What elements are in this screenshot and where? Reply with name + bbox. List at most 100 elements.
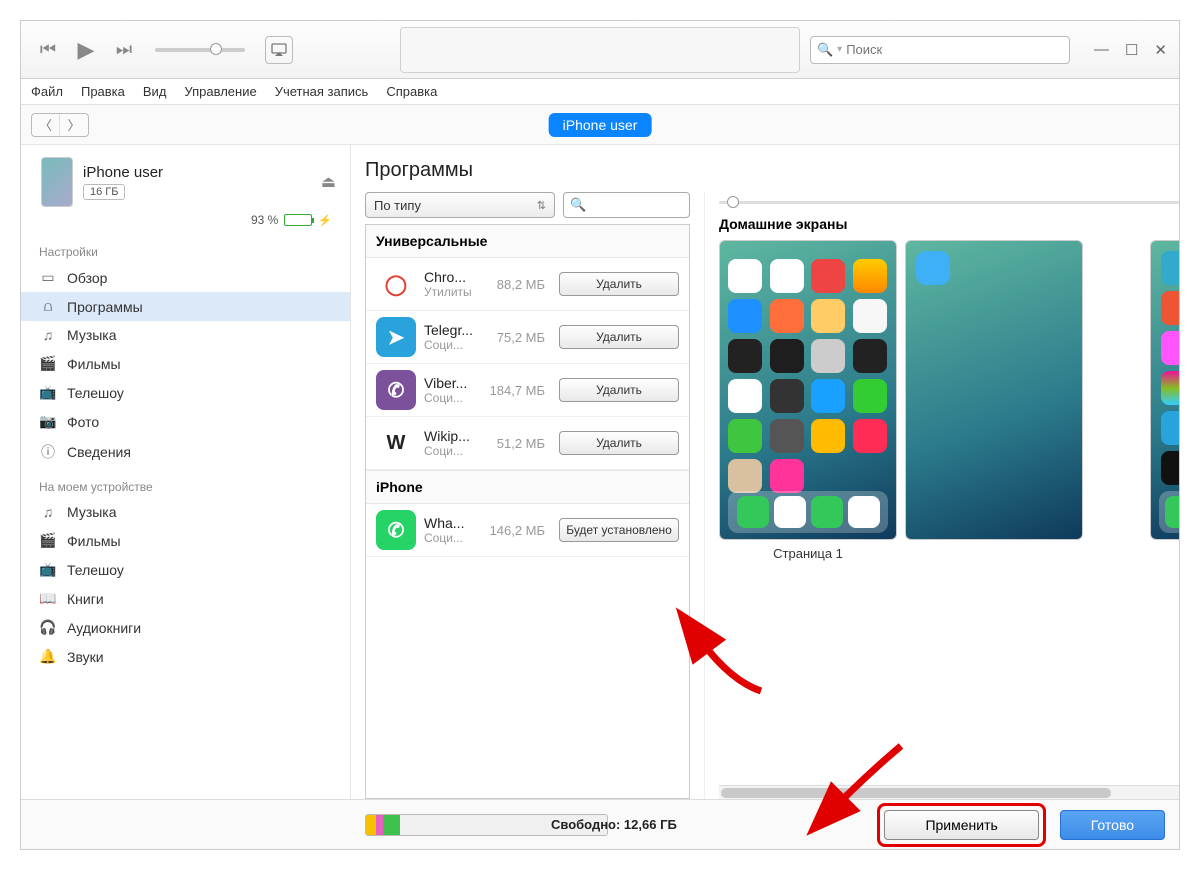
- scrollbar-horizontal[interactable]: 〉: [719, 785, 1179, 799]
- screen-name-1: Страница 1: [773, 546, 843, 561]
- storage-bar: [365, 814, 608, 836]
- home-screens-label: Домашние экраны: [719, 216, 1179, 232]
- app-search-box[interactable]: 🔍: [563, 192, 690, 218]
- sidebar-item-фото[interactable]: 📷Фото: [21, 407, 350, 436]
- sidebar-item-label: Фильмы: [67, 533, 121, 549]
- sidebar-item-фильмы[interactable]: 🎬Фильмы: [21, 526, 350, 555]
- storage-segment: [366, 815, 376, 835]
- sidebar-item-книги[interactable]: 📖 Книги: [21, 584, 350, 613]
- menu-edit[interactable]: Правка: [81, 84, 125, 99]
- play-button[interactable]: ▶: [71, 35, 101, 65]
- nav-forward-button[interactable]: 〉: [60, 114, 88, 136]
- apply-highlight: Применить: [877, 803, 1045, 847]
- app-category: Соци...: [424, 531, 473, 545]
- sidebar-item-музыка[interactable]: ♫Музыка: [21, 498, 350, 526]
- menu-controls[interactable]: Управление: [184, 84, 256, 99]
- app-row[interactable]: ◯Chro...Утилиты88,2 МБУдалить: [366, 258, 689, 311]
- sidebar-item-музыка[interactable]: ♫Музыка: [21, 321, 350, 349]
- app-row[interactable]: WWikip...Соци...51,2 МБУдалить: [366, 417, 689, 470]
- device-thumbnail: [41, 157, 73, 207]
- sidebar-item-фильмы[interactable]: 🎬Фильмы: [21, 349, 350, 378]
- sidebar-item-icon: 📺: [39, 384, 57, 401]
- prev-button[interactable]: ⏮: [33, 35, 63, 65]
- home-screen-2[interactable]: [905, 240, 1083, 561]
- section-ondevice-label: На моем устройстве: [21, 468, 350, 498]
- content-title: Программы: [365, 159, 1179, 182]
- sidebar-item-обзор[interactable]: ▭Обзор: [21, 263, 350, 292]
- group-header-iphone: iPhone: [366, 470, 689, 504]
- sidebar-item-телешоу[interactable]: 📺 Телешоу: [21, 378, 350, 407]
- charging-icon: ⚡: [318, 214, 332, 227]
- app-row[interactable]: ➤Telegr...Соци...75,2 МБУдалить: [366, 311, 689, 364]
- close-button[interactable]: ✕: [1154, 41, 1167, 59]
- app-category: Утилиты: [424, 285, 473, 299]
- sidebar-item-icon: 🔔: [39, 648, 57, 665]
- menu-account[interactable]: Учетная запись: [275, 84, 369, 99]
- app-name: Telegr...: [424, 322, 473, 338]
- app-action-button[interactable]: Удалить: [559, 378, 679, 402]
- device-capacity: 16 ГБ: [83, 184, 125, 200]
- next-button[interactable]: ⏭: [109, 35, 139, 65]
- app-category: Соци...: [424, 391, 473, 405]
- app-size: 51,2 МБ: [481, 436, 545, 451]
- sidebar-item-label: Книги: [67, 591, 104, 607]
- zoom-slider[interactable]: [719, 192, 1179, 212]
- apps-list[interactable]: Универсальные ◯Chro...Утилиты88,2 МБУдал…: [365, 224, 690, 799]
- sidebar-item-телешоу[interactable]: 📺Телешоу: [21, 555, 350, 584]
- eject-button[interactable]: ⏏: [321, 172, 336, 192]
- sidebar-item-label: Телешоу: [67, 385, 124, 401]
- sidebar-item-label: Сведения: [67, 444, 131, 460]
- home-screen-partial[interactable]: [1091, 240, 1179, 561]
- apply-button[interactable]: Применить: [884, 810, 1038, 840]
- content-area: Программы По типу ⇅ 🔍 Универсальные: [351, 145, 1179, 799]
- app-action-button[interactable]: Удалить: [559, 431, 679, 455]
- app-action-button[interactable]: Будет установлено: [559, 518, 679, 542]
- search-input[interactable]: [846, 42, 1063, 57]
- sidebar-item-сведения[interactable]: ⓘСведения: [21, 436, 350, 468]
- sidebar-item-label: Музыка: [67, 504, 117, 520]
- app-size: 146,2 МБ: [481, 523, 545, 538]
- sub-header: 〈 〉 iPhone user: [21, 105, 1179, 145]
- app-row[interactable]: ✆ Wha...Соци... 146,2 МБ Будет установлено: [366, 504, 689, 557]
- search-box[interactable]: 🔍 ▾: [810, 36, 1070, 64]
- sidebar-item-аудиокниги[interactable]: 🎧Аудиокниги: [21, 613, 350, 642]
- device-name: iPhone user: [83, 164, 311, 181]
- app-action-button[interactable]: Удалить: [559, 325, 679, 349]
- app-name: Wikip...: [424, 428, 473, 444]
- footer: Свободно: 12,66 ГБ Применить Готово: [21, 799, 1179, 849]
- sidebar-item-icon: 📖: [39, 590, 57, 607]
- app-icon: ✆: [376, 510, 416, 550]
- airplay-button[interactable]: [265, 36, 293, 64]
- home-screen-1[interactable]: Страница 1: [719, 240, 897, 561]
- app-action-button[interactable]: Удалить: [559, 272, 679, 296]
- chevron-updown-icon: ⇅: [537, 199, 546, 212]
- app-row[interactable]: ✆Viber...Соци...184,7 МБУдалить: [366, 364, 689, 417]
- maximize-button[interactable]: ☐: [1125, 41, 1138, 59]
- group-header-universal: Универсальные: [366, 225, 689, 258]
- device-tab[interactable]: iPhone user: [549, 113, 652, 137]
- sort-select[interactable]: По типу ⇅: [365, 192, 555, 218]
- battery-percent: 93 %: [251, 213, 278, 227]
- battery-icon: [284, 214, 312, 226]
- menu-view[interactable]: Вид: [143, 84, 167, 99]
- done-button[interactable]: Готово: [1060, 810, 1165, 840]
- section-settings-label: Настройки: [21, 233, 350, 263]
- sidebar-item-программы[interactable]: ⩍Программы: [21, 292, 350, 321]
- minimize-button[interactable]: —: [1094, 41, 1109, 59]
- sidebar-item-icon: ♫: [39, 327, 57, 343]
- chevron-down-icon: ▾: [837, 44, 842, 55]
- search-icon: 🔍: [817, 42, 833, 58]
- nav-back-button[interactable]: 〈: [32, 114, 60, 136]
- app-icon: ◯: [376, 264, 416, 304]
- volume-slider[interactable]: [155, 48, 245, 52]
- app-icon: ➤: [376, 317, 416, 357]
- sidebar-item-icon: 🎧: [39, 619, 57, 636]
- sort-select-label: По типу: [374, 198, 421, 213]
- menu-help[interactable]: Справка: [386, 84, 437, 99]
- menu-file[interactable]: Файл: [31, 84, 63, 99]
- sidebar: iPhone user 16 ГБ ⏏ 93 % ⚡ Настройки ▭Об…: [21, 145, 351, 799]
- app-name: Wha...: [424, 515, 473, 531]
- sidebar-item-звуки[interactable]: 🔔Звуки: [21, 642, 350, 671]
- sidebar-item-icon: ⩍: [39, 298, 57, 315]
- app-name: Chro...: [424, 269, 473, 285]
